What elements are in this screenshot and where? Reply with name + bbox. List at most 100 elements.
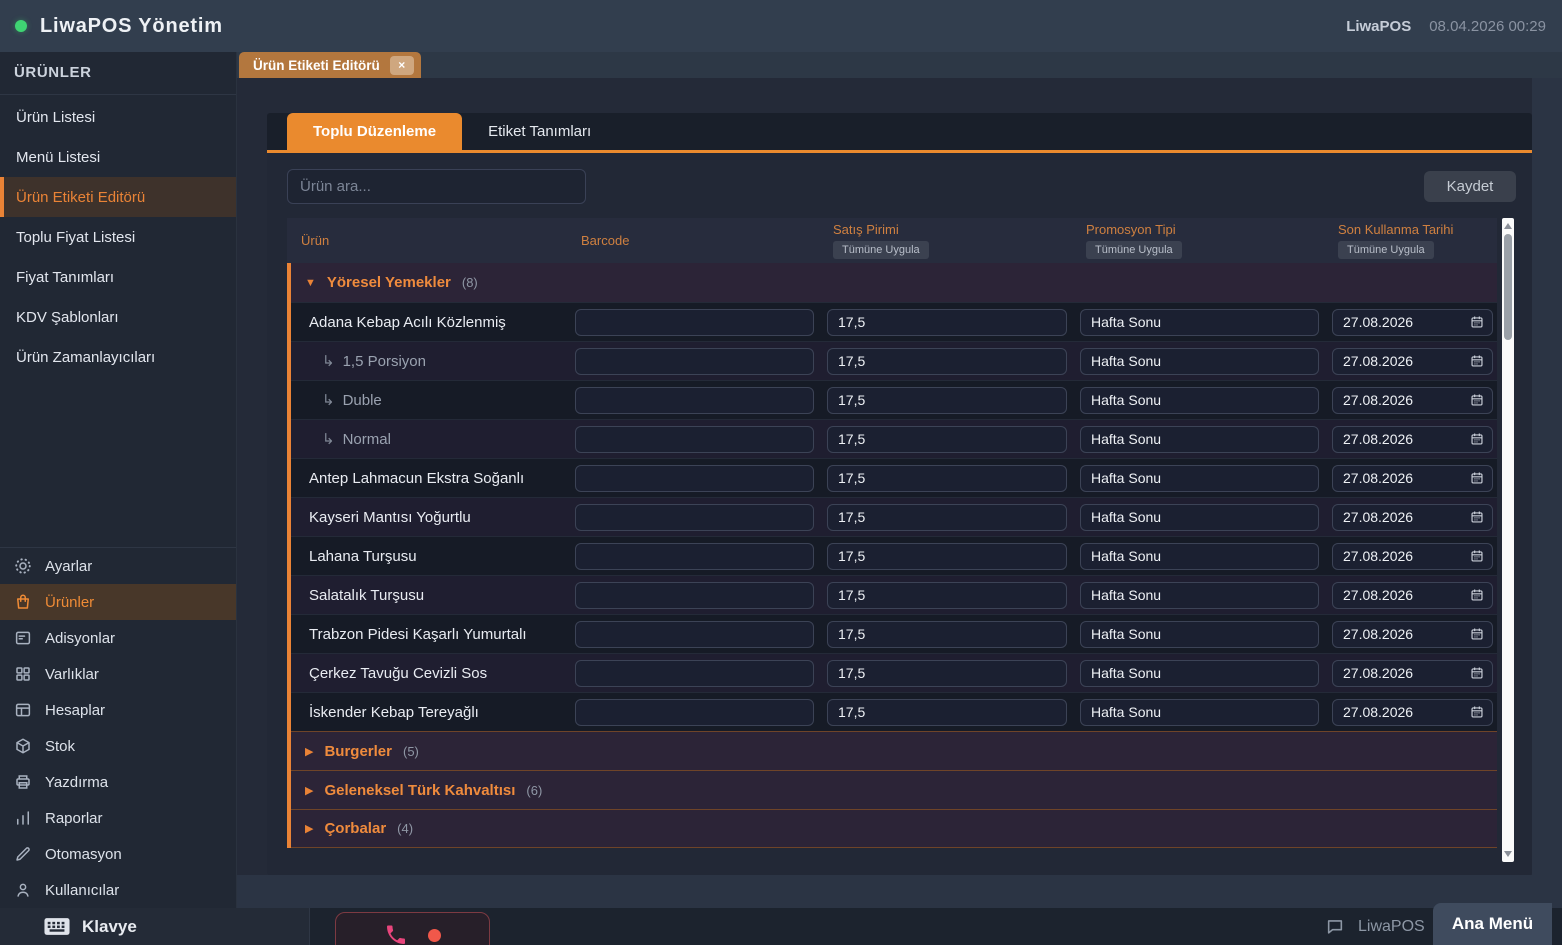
expiry-date-field[interactable]: 27.08.2026 <box>1332 465 1493 492</box>
sidebar-item-1[interactable]: Menü Listesi <box>0 137 236 177</box>
table-header: Ürün Barcode Satış Pirimi Tümüne Uygula … <box>287 218 1497 263</box>
price-input[interactable] <box>827 465 1067 492</box>
barcode-input[interactable] <box>575 582 814 609</box>
barcode-input[interactable] <box>575 504 814 531</box>
editor-panel: Toplu Düzenleme Etiket Tanımları Kaydet … <box>267 113 1532 875</box>
sidebar-module-3[interactable]: Varlıklar <box>0 656 236 692</box>
expiry-date-field[interactable]: 27.08.2026 <box>1332 387 1493 414</box>
sidebar-item-5[interactable]: KDV Şablonları <box>0 297 236 337</box>
promo-type-input[interactable] <box>1080 621 1319 648</box>
barcode-input[interactable] <box>575 348 814 375</box>
close-icon[interactable]: × <box>390 56 414 75</box>
sidebar-module-9[interactable]: Kullanıcılar <box>0 872 236 908</box>
expiry-date-field[interactable]: 27.08.2026 <box>1332 348 1493 375</box>
calendar-icon <box>1470 354 1484 368</box>
sidebar-module-8[interactable]: Otomasyon <box>0 836 236 872</box>
sidebar-item-4[interactable]: Fiyat Tanımları <box>0 257 236 297</box>
promo-type-input[interactable] <box>1080 660 1319 687</box>
expiry-date-field[interactable]: 27.08.2026 <box>1332 426 1493 453</box>
category-name: Geleneksel Türk Kahvaltısı <box>324 782 515 799</box>
notification-dot-icon <box>428 929 441 942</box>
sidebar-module-7[interactable]: Raporlar <box>0 800 236 836</box>
price-input[interactable] <box>827 660 1067 687</box>
promo-type-input[interactable] <box>1080 465 1319 492</box>
promo-type-input[interactable] <box>1080 582 1319 609</box>
promo-type-input[interactable] <box>1080 309 1319 336</box>
promo-type-input[interactable] <box>1080 387 1319 414</box>
sidebar-module-4[interactable]: Hesaplar <box>0 692 236 728</box>
sidebar-header: ÜRÜNLER <box>0 52 236 95</box>
sidebar-item-0[interactable]: Ürün Listesi <box>0 97 236 137</box>
price-input[interactable] <box>827 543 1067 570</box>
sidebar-item-label: KDV Şablonları <box>16 309 119 326</box>
price-input[interactable] <box>827 348 1067 375</box>
barcode-input[interactable] <box>575 699 814 726</box>
sidebar-module-6[interactable]: Yazdırma <box>0 764 236 800</box>
accounts-icon <box>14 701 32 719</box>
scrollbar-thumb[interactable] <box>1504 234 1512 340</box>
promo-type-input[interactable] <box>1080 426 1319 453</box>
sidebar-item-3[interactable]: Toplu Fiyat Listesi <box>0 217 236 257</box>
category-row[interactable]: ▶ Geleneksel Türk Kahvaltısı (6) <box>291 770 1497 809</box>
barcode-input[interactable] <box>575 426 814 453</box>
product-name: Adana Kebap Acılı Közlenmiş <box>309 314 506 331</box>
expiry-date-field[interactable]: 27.08.2026 <box>1332 582 1493 609</box>
price-input[interactable] <box>827 387 1067 414</box>
price-input[interactable] <box>827 426 1067 453</box>
barcode-input[interactable] <box>575 660 814 687</box>
expiry-date-field[interactable]: 27.08.2026 <box>1332 621 1493 648</box>
scroll-up-icon[interactable] <box>1504 223 1512 229</box>
price-input[interactable] <box>827 582 1067 609</box>
main-menu-button[interactable]: Ana Menü <box>1433 903 1552 945</box>
column-header-barcode: Barcode <box>575 218 814 263</box>
barcode-input[interactable] <box>575 621 814 648</box>
sidebar-module-label: Raporlar <box>45 810 103 827</box>
sidebar-module-5[interactable]: Stok <box>0 728 236 764</box>
calendar-icon <box>1470 471 1484 485</box>
promo-type-input[interactable] <box>1080 699 1319 726</box>
barcode-input[interactable] <box>575 387 814 414</box>
expiry-date-field[interactable]: 27.08.2026 <box>1332 504 1493 531</box>
phone-call-button[interactable] <box>335 912 490 945</box>
sidebar-module-1[interactable]: Ürünler <box>0 584 236 620</box>
promo-type-input[interactable] <box>1080 543 1319 570</box>
apply-all-price-button[interactable]: Tümüne Uygula <box>833 241 929 259</box>
price-input[interactable] <box>827 699 1067 726</box>
table-body: ▼ Yöresel Yemekler (8) Adana Kebap Acılı… <box>287 263 1497 848</box>
category-row[interactable]: ▶ Burgerler (5) <box>291 731 1497 770</box>
scrollbar[interactable] <box>1502 218 1514 862</box>
keyboard-button[interactable]: Klavye <box>0 908 310 945</box>
barcode-input[interactable] <box>575 543 814 570</box>
search-input[interactable] <box>287 169 586 204</box>
barcode-input[interactable] <box>575 465 814 492</box>
window-tab[interactable]: Ürün Etiketi Editörü × <box>239 52 421 78</box>
save-button[interactable]: Kaydet <box>1424 171 1516 202</box>
category-count: (8) <box>462 275 478 290</box>
sidebar-module-0[interactable]: Ayarlar <box>0 548 236 584</box>
promo-type-input[interactable] <box>1080 504 1319 531</box>
scroll-down-icon[interactable] <box>1504 851 1512 857</box>
tab-etiket-tanimlari[interactable]: Etiket Tanımları <box>462 113 617 150</box>
sidebar-item-2[interactable]: Ürün Etiketi Editörü <box>0 177 236 217</box>
sidebar-module-2[interactable]: Adisyonlar <box>0 620 236 656</box>
expiry-date-value: 27.08.2026 <box>1343 314 1413 330</box>
assets-icon <box>14 665 32 683</box>
expiry-date-field[interactable]: 27.08.2026 <box>1332 309 1493 336</box>
expiry-date-field[interactable]: 27.08.2026 <box>1332 660 1493 687</box>
sidebar-item-6[interactable]: Ürün Zamanlayıcıları <box>0 337 236 377</box>
apply-all-expiry-button[interactable]: Tümüne Uygula <box>1338 241 1434 259</box>
tab-toplu-duzenleme[interactable]: Toplu Düzenleme <box>287 113 462 150</box>
category-row[interactable]: ▼ Yöresel Yemekler (8) <box>291 263 1497 302</box>
expiry-date-field[interactable]: 27.08.2026 <box>1332 543 1493 570</box>
apply-all-promo-button[interactable]: Tümüne Uygula <box>1086 241 1182 259</box>
settings-icon <box>14 557 32 575</box>
promo-type-input[interactable] <box>1080 348 1319 375</box>
barcode-input[interactable] <box>575 309 814 336</box>
price-input[interactable] <box>827 504 1067 531</box>
frame: ÜRÜNLER Ürün Listesi Menü Listesi Ürün E… <box>0 52 1562 908</box>
product-row: ↳Normal 27.08.2026 <box>291 419 1497 458</box>
price-input[interactable] <box>827 621 1067 648</box>
expiry-date-field[interactable]: 27.08.2026 <box>1332 699 1493 726</box>
category-row[interactable]: ▶ Çorbalar (4) <box>291 809 1497 848</box>
price-input[interactable] <box>827 309 1067 336</box>
